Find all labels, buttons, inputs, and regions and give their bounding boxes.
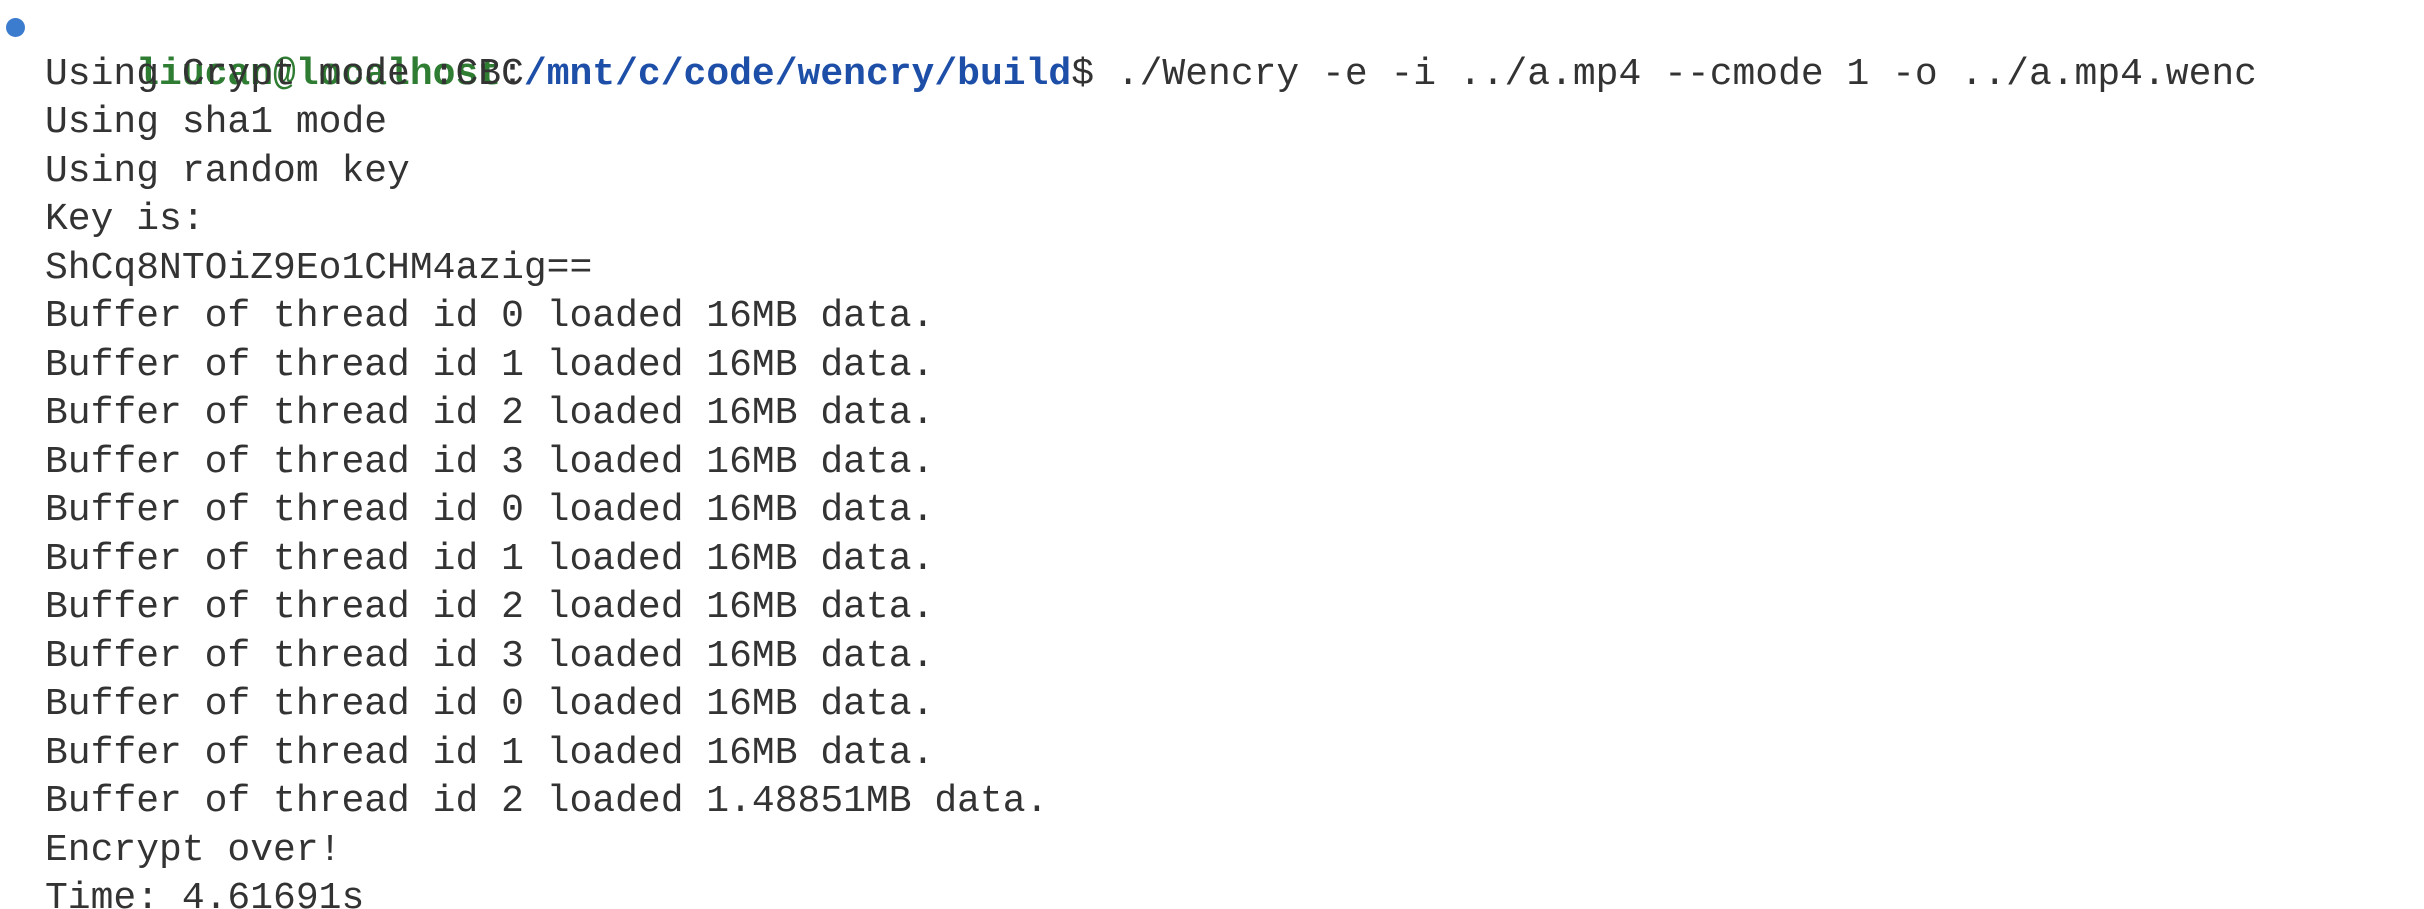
output-line: Using random key [45, 149, 410, 193]
output-time-line: Time: 4.61691s [45, 877, 365, 909]
output-line: Encrypt over! [45, 828, 342, 872]
terminal-window[interactable]: liucan@localhost:/mnt/c/code/wencry/buil… [0, 0, 2424, 909]
output-line: Buffer of thread id 1 loaded 16MB data. [45, 537, 935, 581]
command-status-dot-icon [6, 18, 25, 37]
output-line: Buffer of thread id 2 loaded 16MB data. [45, 586, 935, 629]
output-line: Buffer of thread id 3 loaded 16MB data. [45, 634, 935, 678]
prompt-line: liucan@localhost:/mnt/c/code/wencry/buil… [6, 2, 2424, 96]
output-line: Buffer of thread id 0 loaded 16MB data. [45, 489, 935, 532]
output-line: Using sha1 mode [45, 101, 388, 144]
output-line: Buffer of thread id 1 loaded 16MB data. [45, 731, 935, 775]
output-line: Key is: [45, 198, 205, 241]
output-line: Using Crypt mode :CBC [45, 52, 524, 96]
output-line: Buffer of thread id 2 loaded 1.48851MB d… [45, 780, 1049, 823]
output-key-line: ShCq8NTOiZ9Eo1CHM4azig== [45, 246, 593, 290]
output-line: Buffer of thread id 1 loaded 16MB data. [45, 343, 935, 387]
output-line: Buffer of thread id 0 loaded 16MB data. [45, 683, 935, 726]
output-line: Buffer of thread id 3 loaded 16MB data. [45, 440, 935, 484]
output-line: Buffer of thread id 0 loaded 16MB data. [45, 295, 935, 338]
output-line: Buffer of thread id 2 loaded 16MB data. [45, 392, 935, 435]
